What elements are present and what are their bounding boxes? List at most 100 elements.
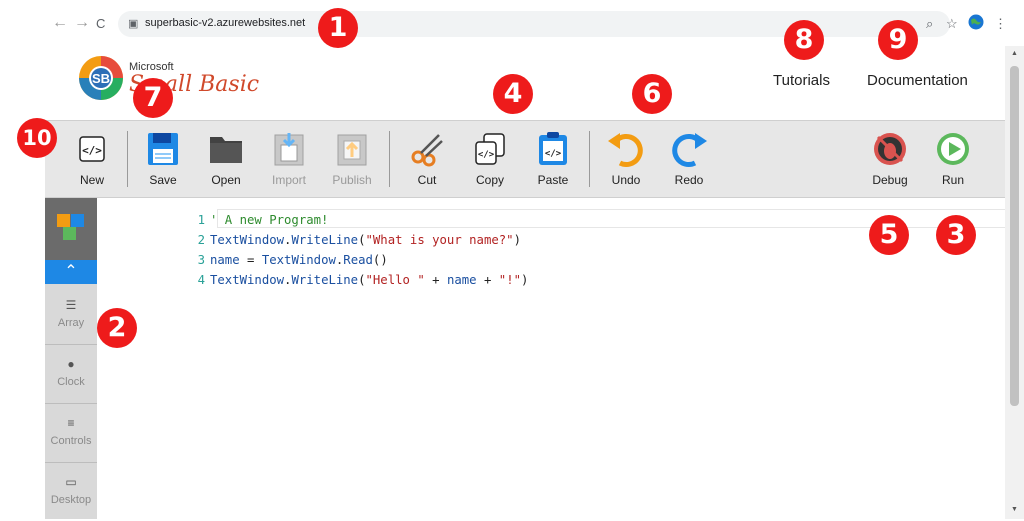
sliders-icon: ≡: [67, 416, 75, 430]
code-token: =: [239, 253, 262, 267]
code-line[interactable]: 4 TextWindow.WriteLine("Hello " + name + …: [149, 270, 529, 290]
scissors-icon: [411, 134, 443, 167]
code-file-icon: </>: [79, 136, 105, 162]
tutorials-link[interactable]: Tutorials: [773, 72, 830, 89]
code-content[interactable]: 1 ' A new Program! 2 TextWindow.WriteLine("…: [149, 210, 529, 290]
star-icon[interactable]: ☆: [946, 16, 958, 32]
page-scrollbar[interactable]: ▲ ▼: [1005, 46, 1024, 519]
code-token: TextWindow: [210, 233, 285, 247]
svg-text:</>: </>: [82, 144, 102, 157]
debug-label: Debug: [872, 173, 908, 187]
publish-button[interactable]: Publish: [324, 129, 380, 191]
forward-icon[interactable]: →: [74, 14, 90, 32]
annotation-badge-6: 6: [632, 74, 672, 114]
copy-label: Copy: [475, 173, 504, 187]
annotation-badge-5: 5: [869, 215, 909, 255]
svg-text:SB: SB: [92, 71, 110, 86]
open-label: Open: [211, 173, 241, 187]
code-token: +: [476, 273, 499, 287]
open-button[interactable]: Open: [198, 129, 254, 191]
code-line[interactable]: 3 name = TextWindow.Read(): [149, 250, 528, 270]
folder-icon: [210, 137, 242, 163]
monitor-icon: ▭: [65, 475, 77, 489]
code-token: ' A new Program!: [210, 213, 329, 227]
copy-icon: </>: [475, 133, 505, 165]
save-button[interactable]: Save: [135, 129, 191, 191]
svg-text:</>: </>: [478, 150, 495, 160]
toolbar-divider: [389, 131, 390, 187]
undo-icon: [608, 133, 643, 167]
code-token: "Hello ": [365, 273, 425, 287]
publish-label: Publish: [332, 173, 372, 187]
sidebar-item-clock[interactable]: ● Clock: [45, 345, 97, 404]
scroll-up-icon[interactable]: ▲: [1011, 50, 1018, 57]
code-token: name: [446, 273, 477, 287]
more-menu-icon[interactable]: ⋮: [994, 16, 1007, 32]
small-basic-app: SB Microsoft Small Basic Tutorials Docum…: [45, 46, 1006, 519]
sidebar-item-label: Controls: [50, 435, 92, 447]
redo-button[interactable]: Redo: [661, 129, 717, 191]
profile-globe-icon[interactable]: [968, 14, 984, 33]
save-label: Save: [149, 173, 177, 187]
annotation-badge-4: 4: [493, 74, 533, 114]
line-number: 2: [197, 233, 205, 247]
clipboard-icon: </>: [539, 132, 567, 165]
cubes-icon: [57, 214, 84, 240]
cut-button[interactable]: Cut: [399, 129, 455, 191]
scroll-thumb[interactable]: [1010, 66, 1019, 406]
code-line[interactable]: 2 TextWindow.WriteLine("What is your name…: [149, 230, 528, 250]
annotation-badge-10: 10: [17, 118, 57, 158]
run-button[interactable]: Run: [925, 129, 981, 191]
list-icon: ☰: [65, 298, 77, 312]
code-token: WriteLine: [291, 233, 359, 247]
library-header[interactable]: [45, 198, 97, 260]
new-button[interactable]: </> New: [64, 129, 120, 191]
annotation-badge-7: 7: [133, 78, 173, 118]
code-token: (: [358, 273, 366, 287]
code-token: name: [210, 253, 240, 267]
line-number: 3: [197, 253, 205, 267]
line-number: 4: [197, 273, 205, 287]
code-editor[interactable]: 1 ' A new Program! 2 TextWindow.WriteLine("…: [97, 198, 1006, 519]
paste-button[interactable]: </> Paste: [525, 129, 581, 191]
scroll-down-icon[interactable]: ▼: [1011, 506, 1018, 513]
code-token: Read: [343, 253, 373, 267]
debug-bug-icon: [874, 133, 906, 165]
sidebar-item-label: Clock: [57, 376, 85, 388]
address-bar[interactable]: ▣ superbasic-v2.azurewebsites.net: [118, 11, 950, 37]
annotation-badge-2: 2: [97, 308, 137, 348]
library-sidebar: ⌃ ☰ Array ● Clock ≡ Controls ▭ Desktop: [45, 198, 97, 519]
code-token: +: [424, 273, 447, 287]
back-icon[interactable]: ←: [52, 14, 68, 32]
toolbar-divider: [589, 131, 590, 187]
sidebar-item-label: Desktop: [50, 494, 92, 506]
debug-button[interactable]: Debug: [862, 129, 918, 191]
sidebar-collapse-button[interactable]: ⌃: [45, 260, 97, 284]
import-button[interactable]: Import: [261, 129, 317, 191]
code-line[interactable]: 1 ' A new Program!: [149, 210, 528, 230]
code-token: WriteLine: [291, 273, 359, 287]
code-token: TextWindow: [261, 253, 336, 267]
documentation-link[interactable]: Documentation: [867, 72, 968, 89]
annotation-badge-1: 1: [318, 8, 358, 48]
redo-icon: [672, 133, 707, 167]
copy-button[interactable]: </> Copy: [462, 129, 518, 191]
toolbar-divider: [127, 131, 128, 187]
sidebar-item-array[interactable]: ☰ Array: [45, 286, 97, 345]
run-label: Run: [941, 173, 964, 187]
play-icon: [937, 133, 969, 165]
sidebar-item-controls[interactable]: ≡ Controls: [45, 404, 97, 463]
annotation-badge-3: 3: [936, 215, 976, 255]
svg-text:</>: </>: [545, 149, 562, 159]
zoom-icon[interactable]: ⌕: [926, 16, 933, 32]
floppy-disk-icon: [148, 133, 178, 165]
import-label: Import: [271, 173, 306, 187]
undo-button[interactable]: Undo: [598, 129, 654, 191]
code-token: TextWindow: [210, 273, 285, 287]
browser-toolbar: ← → C ▣ superbasic-v2.azurewebsites.net …: [0, 0, 1024, 46]
publish-icon: [337, 134, 367, 166]
code-token: ): [513, 233, 521, 247]
chevron-up-icon: ⌃: [64, 263, 78, 280]
reload-icon[interactable]: C: [96, 16, 105, 31]
sidebar-item-desktop[interactable]: ▭ Desktop: [45, 463, 97, 521]
